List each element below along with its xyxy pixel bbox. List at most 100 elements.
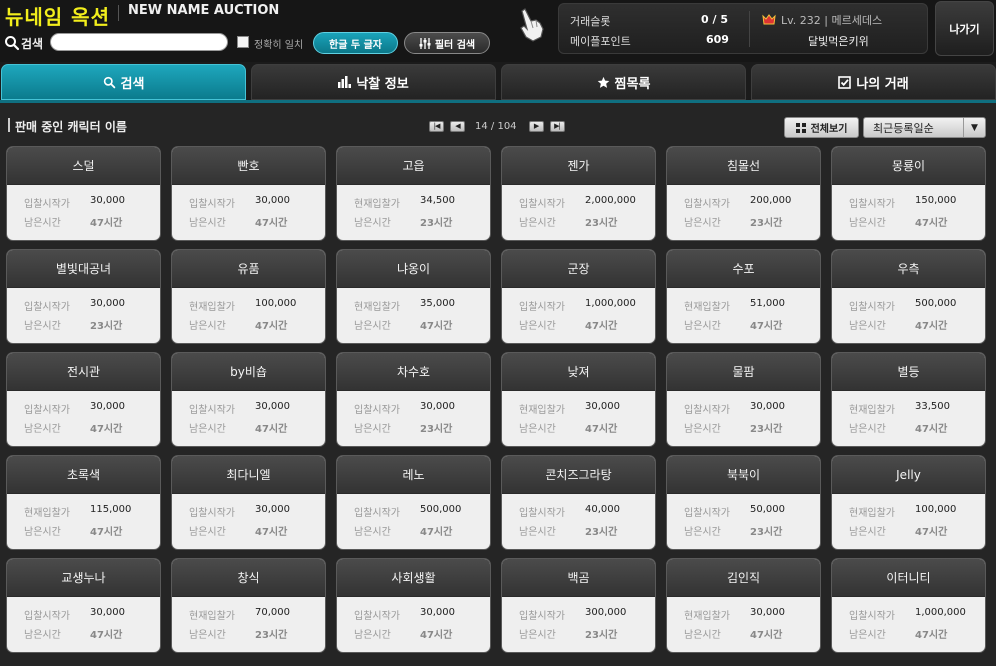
price-value: 300,000 bbox=[585, 607, 627, 618]
price-row: 현재입찰가 100,000 bbox=[189, 298, 296, 313]
character-card[interactable]: 냐옹이 현재입찰가 35,000 남은시간 47시간 bbox=[336, 249, 491, 344]
time-value: 47시간 bbox=[90, 630, 123, 641]
card-name: 별등 bbox=[832, 353, 985, 391]
character-card[interactable]: 침몰선 입찰시작가 200,000 남은시간 23시간 bbox=[666, 146, 821, 241]
exact-match-checkbox[interactable] bbox=[237, 36, 249, 48]
time-row: 남은시간 47시간 bbox=[519, 317, 617, 332]
character-card[interactable]: 유품 현재입찰가 100,000 남은시간 47시간 bbox=[171, 249, 326, 344]
search-input[interactable] bbox=[50, 33, 228, 51]
time-label: 남은시간 bbox=[684, 218, 721, 229]
filter-search-label: 필터 검색 bbox=[434, 39, 476, 51]
character-card[interactable]: 수포 현재입찰가 51,000 남은시간 47시간 bbox=[666, 249, 821, 344]
card-name: by비숍 bbox=[172, 353, 325, 391]
character-card[interactable]: by비숍 입찰시작가 30,000 남은시간 47시간 bbox=[171, 352, 326, 447]
filter-icon bbox=[419, 37, 431, 49]
time-value: 23시간 bbox=[420, 218, 453, 229]
time-row: 남은시간 47시간 bbox=[24, 214, 122, 229]
character-card[interactable]: 사회생활 입찰시작가 30,000 남은시간 47시간 bbox=[336, 558, 491, 653]
card-name: 스덜 bbox=[7, 147, 160, 185]
character-card[interactable]: 창식 현재입찰가 70,000 남은시간 23시간 bbox=[171, 558, 326, 653]
character-card[interactable]: 초록색 현재입찰가 115,000 남은시간 47시간 bbox=[6, 455, 161, 550]
price-row: 입찰시작가 500,000 bbox=[849, 298, 956, 313]
character-card[interactable]: 별빛대공녀 입찰시작가 30,000 남은시간 23시간 bbox=[6, 249, 161, 344]
character-card[interactable]: 젠가 입찰시작가 2,000,000 남은시간 23시간 bbox=[501, 146, 656, 241]
search-icon bbox=[5, 36, 20, 51]
listing-panel: 판매 중인 캐릭터 이름 |◀ ◀ 14 / 104 ▶ ▶| 전체보기 최근등… bbox=[0, 100, 996, 666]
card-body: 입찰시작가 30,000 남은시간 47시간 bbox=[7, 391, 160, 446]
character-card[interactable]: 콘치즈그라탕 입찰시작가 40,000 남은시간 23시간 bbox=[501, 455, 656, 550]
header: 뉴네임 옥션 NEW NAME AUCTION 검색 정확히 일치 한글 두 글… bbox=[0, 0, 996, 62]
price-value: 30,000 bbox=[255, 195, 290, 206]
price-row: 입찰시작가 30,000 bbox=[354, 401, 455, 416]
time-value: 47시간 bbox=[915, 218, 948, 229]
time-row: 남은시간 47시간 bbox=[354, 626, 452, 641]
character-level-text: Lv. 232 | 메르세데스 bbox=[781, 14, 883, 27]
card-body: 입찰시작가 50,000 남은시간 23시간 bbox=[667, 494, 820, 549]
character-card[interactable]: 고읍 현재입찰가 34,500 남은시간 23시간 bbox=[336, 146, 491, 241]
price-value: 100,000 bbox=[255, 298, 297, 309]
character-card[interactable]: 북북이 입찰시작가 50,000 남은시간 23시간 bbox=[666, 455, 821, 550]
character-card[interactable]: 몽룡이 입찰시작가 150,000 남은시간 47시간 bbox=[831, 146, 986, 241]
price-value: 33,500 bbox=[915, 401, 950, 412]
time-row: 남은시간 47시간 bbox=[354, 523, 452, 538]
price-label: 입찰시작가 bbox=[519, 611, 565, 622]
time-label: 남은시간 bbox=[189, 527, 226, 538]
price-value: 30,000 bbox=[750, 607, 785, 618]
price-value: 100,000 bbox=[915, 504, 957, 515]
first-page-button[interactable]: |◀ bbox=[429, 120, 444, 132]
card-body: 입찰시작가 200,000 남은시간 23시간 bbox=[667, 185, 820, 240]
character-card[interactable]: 물팜 입찰시작가 30,000 남은시간 23시간 bbox=[666, 352, 821, 447]
exit-button[interactable]: 나가기 bbox=[935, 1, 994, 56]
character-card[interactable]: 최다니엘 입찰시작가 30,000 남은시간 47시간 bbox=[171, 455, 326, 550]
card-body: 입찰시작가 40,000 남은시간 23시간 bbox=[502, 494, 655, 549]
character-card[interactable]: 우측 입찰시작가 500,000 남은시간 47시간 bbox=[831, 249, 986, 344]
time-value: 47시간 bbox=[255, 218, 288, 229]
time-row: 남은시간 47시간 bbox=[684, 317, 782, 332]
time-row: 남은시간 23시간 bbox=[189, 626, 287, 641]
tab-wishlist[interactable]: 찜목록 bbox=[501, 64, 746, 100]
character-card[interactable]: 낮져 현재입찰가 30,000 남은시간 47시간 bbox=[501, 352, 656, 447]
prev-page-button[interactable]: ◀ bbox=[450, 120, 465, 132]
price-row: 입찰시작가 300,000 bbox=[519, 607, 626, 622]
tab-my-trades[interactable]: 나의 거래 bbox=[751, 64, 996, 100]
price-label: 현재입찰가 bbox=[189, 611, 235, 622]
last-page-button[interactable]: ▶| bbox=[549, 120, 565, 132]
view-all-button[interactable]: 전체보기 bbox=[784, 117, 859, 138]
time-row: 남은시간 23시간 bbox=[24, 317, 122, 332]
card-body: 입찰시작가 30,000 남은시간 47시간 bbox=[337, 597, 490, 652]
character-card[interactable]: 이터니티 입찰시작가 1,000,000 남은시간 47시간 bbox=[831, 558, 986, 653]
character-card[interactable]: 군장 입찰시작가 1,000,000 남은시간 47시간 bbox=[501, 249, 656, 344]
price-label: 현재입찰가 bbox=[354, 302, 400, 313]
character-card[interactable]: 별등 현재입찰가 33,500 남은시간 47시간 bbox=[831, 352, 986, 447]
character-card[interactable]: 김인직 현재입찰가 30,000 남은시간 47시간 bbox=[666, 558, 821, 653]
character-card[interactable]: 스덜 입찰시작가 30,000 남은시간 47시간 bbox=[6, 146, 161, 241]
card-name: 초록색 bbox=[7, 456, 160, 494]
price-value: 35,000 bbox=[420, 298, 455, 309]
tab-search[interactable]: 검색 bbox=[1, 64, 246, 100]
time-row: 남은시간 23시간 bbox=[684, 420, 782, 435]
character-card[interactable]: 빤호 입찰시작가 30,000 남은시간 47시간 bbox=[171, 146, 326, 241]
price-label: 현재입찰가 bbox=[849, 405, 895, 416]
card-body: 입찰시작가 30,000 남은시간 47시간 bbox=[7, 597, 160, 652]
time-label: 남은시간 bbox=[849, 630, 886, 641]
time-label: 남은시간 bbox=[24, 630, 61, 641]
two-letter-button[interactable]: 한글 두 글자 bbox=[313, 32, 398, 54]
character-card[interactable]: 백곰 입찰시작가 300,000 남은시간 23시간 bbox=[501, 558, 656, 653]
price-label: 입찰시작가 bbox=[684, 199, 730, 210]
filter-search-button[interactable]: 필터 검색 bbox=[404, 32, 490, 54]
time-label: 남은시간 bbox=[24, 321, 61, 332]
time-label: 남은시간 bbox=[354, 527, 391, 538]
card-name: 고읍 bbox=[337, 147, 490, 185]
next-page-button[interactable]: ▶ bbox=[528, 120, 544, 132]
character-card[interactable]: 차수호 입찰시작가 30,000 남은시간 23시간 bbox=[336, 352, 491, 447]
time-value: 47시간 bbox=[915, 424, 948, 435]
character-card[interactable]: 교생누나 입찰시작가 30,000 남은시간 47시간 bbox=[6, 558, 161, 653]
time-value: 47시간 bbox=[750, 321, 783, 332]
character-card[interactable]: 레노 입찰시작가 500,000 남은시간 47시간 bbox=[336, 455, 491, 550]
sort-select[interactable]: 최근등록일순 ▼ bbox=[863, 117, 986, 138]
price-label: 입찰시작가 bbox=[849, 199, 895, 210]
card-body: 입찰시작가 30,000 남은시간 47시간 bbox=[172, 494, 325, 549]
character-card[interactable]: Jelly 현재입찰가 100,000 남은시간 47시간 bbox=[831, 455, 986, 550]
tab-bid-info[interactable]: 낙찰 정보 bbox=[251, 64, 496, 100]
character-card[interactable]: 전시관 입찰시작가 30,000 남은시간 47시간 bbox=[6, 352, 161, 447]
